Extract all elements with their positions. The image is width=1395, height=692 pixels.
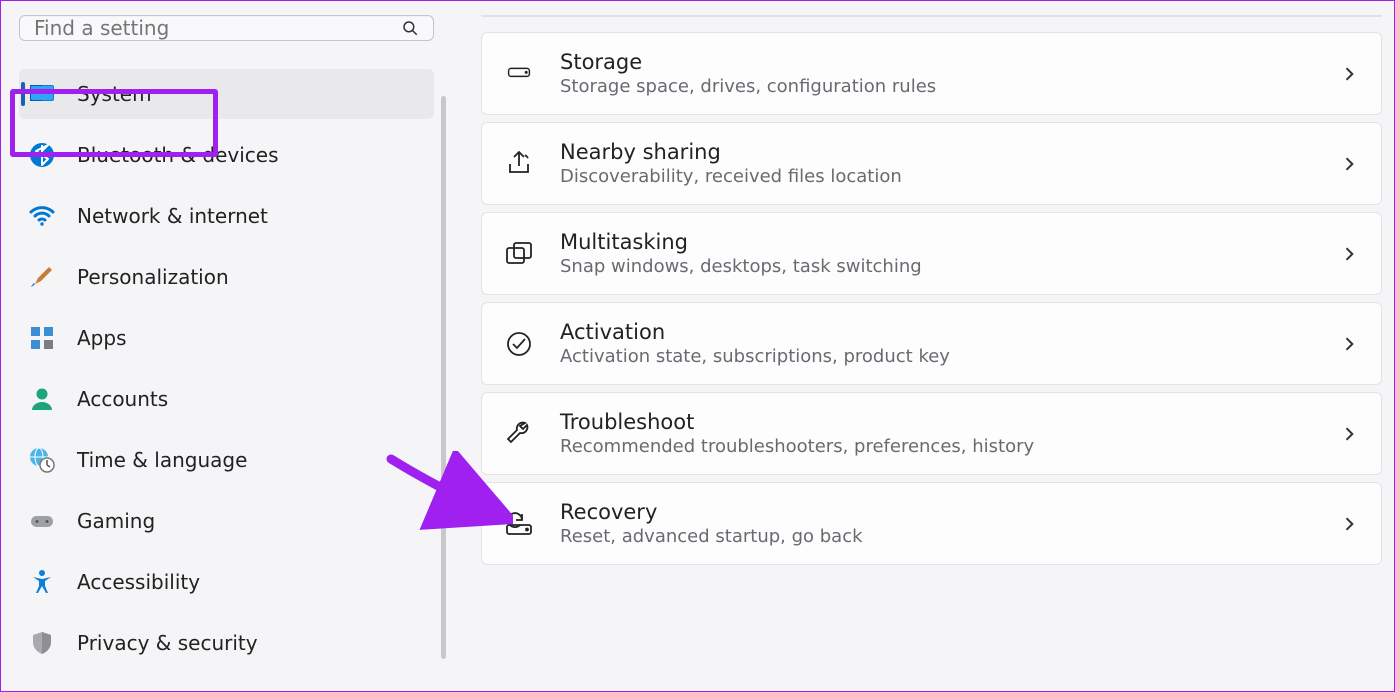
sidebar-item-apps[interactable]: Apps: [19, 313, 434, 363]
card-activation[interactable]: Activation Activation state, subscriptio…: [481, 302, 1382, 385]
card-title: Troubleshoot: [560, 410, 1317, 434]
card-sub: Reset, advanced startup, go back: [560, 526, 1317, 547]
gamepad-icon: [29, 508, 55, 534]
sidebar-item-gaming[interactable]: Gaming: [19, 496, 434, 546]
system-icon: [29, 81, 55, 107]
sidebar-item-label: Personalization: [77, 265, 229, 289]
sidebar-item-network[interactable]: Network & internet: [19, 191, 434, 241]
sidebar-item-time-language[interactable]: Time & language: [19, 435, 434, 485]
shield-icon: [29, 630, 55, 656]
card-title: Nearby sharing: [560, 140, 1317, 164]
main-content: Storage Storage space, drives, configura…: [446, 1, 1394, 691]
apps-icon: [29, 325, 55, 351]
sidebar: System Bluetooth & devices Network & int…: [1, 1, 446, 691]
card-text: Multitasking Snap windows, desktops, tas…: [560, 230, 1317, 277]
person-icon: [29, 386, 55, 412]
multitask-icon: [504, 239, 534, 269]
card-text: Storage Storage space, drives, configura…: [560, 50, 1317, 97]
sidebar-scrollbar[interactable]: [441, 96, 446, 659]
card-title: Recovery: [560, 500, 1317, 524]
sidebar-item-accounts[interactable]: Accounts: [19, 374, 434, 424]
card-title: Storage: [560, 50, 1317, 74]
card-text: Recovery Reset, advanced startup, go bac…: [560, 500, 1317, 547]
sidebar-item-label: Network & internet: [77, 204, 268, 228]
drive-icon: [504, 59, 534, 89]
chevron-right-icon: [1343, 427, 1357, 441]
chevron-right-icon: [1343, 67, 1357, 81]
sidebar-item-bluetooth[interactable]: Bluetooth & devices: [19, 130, 434, 180]
chevron-right-icon: [1343, 517, 1357, 531]
card-recovery[interactable]: Recovery Reset, advanced startup, go bac…: [481, 482, 1382, 565]
card-sub: Discoverability, received files location: [560, 166, 1317, 187]
sidebar-item-privacy[interactable]: Privacy & security: [19, 618, 434, 668]
clock-globe-icon: [29, 447, 55, 473]
wifi-icon: [29, 203, 55, 229]
card-title: Activation: [560, 320, 1317, 344]
card-text: Nearby sharing Discoverability, received…: [560, 140, 1317, 187]
check-circle-icon: [504, 329, 534, 359]
search-icon: [401, 19, 419, 37]
card-sub: Snap windows, desktops, task switching: [560, 256, 1317, 277]
sidebar-item-label: Accessibility: [77, 570, 200, 594]
chevron-right-icon: [1343, 337, 1357, 351]
sidebar-item-label: Privacy & security: [77, 631, 258, 655]
bluetooth-icon: [29, 142, 55, 168]
sidebar-item-system[interactable]: System: [19, 69, 434, 119]
card-sub: Activation state, subscriptions, product…: [560, 346, 1317, 367]
sidebar-item-label: Time & language: [77, 448, 247, 472]
share-icon: [504, 149, 534, 179]
card-nearby-sharing[interactable]: Nearby sharing Discoverability, received…: [481, 122, 1382, 205]
accessibility-icon: [29, 569, 55, 595]
wrench-icon: [504, 419, 534, 449]
sidebar-item-label: Apps: [77, 326, 127, 350]
card-troubleshoot[interactable]: Troubleshoot Recommended troubleshooters…: [481, 392, 1382, 475]
sidebar-nav: System Bluetooth & devices Network & int…: [19, 69, 434, 679]
sidebar-item-label: Bluetooth & devices: [77, 143, 279, 167]
card-sub: Recommended troubleshooters, preferences…: [560, 436, 1317, 457]
card-storage[interactable]: Storage Storage space, drives, configura…: [481, 32, 1382, 115]
chevron-right-icon: [1343, 247, 1357, 261]
sidebar-item-label: System: [77, 82, 152, 106]
search-box[interactable]: [19, 15, 434, 41]
brush-icon: [29, 264, 55, 290]
card-title: Multitasking: [560, 230, 1317, 254]
sidebar-item-label: Gaming: [77, 509, 155, 533]
card-text: Troubleshoot Recommended troubleshooters…: [560, 410, 1317, 457]
recovery-icon: [504, 509, 534, 539]
sidebar-item-accessibility[interactable]: Accessibility: [19, 557, 434, 607]
card-multitasking[interactable]: Multitasking Snap windows, desktops, tas…: [481, 212, 1382, 295]
search-input[interactable]: [34, 16, 401, 40]
sidebar-item-personalization[interactable]: Personalization: [19, 252, 434, 302]
card-text: Activation Activation state, subscriptio…: [560, 320, 1317, 367]
card-cut-top: [481, 15, 1382, 17]
chevron-right-icon: [1343, 157, 1357, 171]
card-sub: Storage space, drives, configuration rul…: [560, 76, 1317, 97]
sidebar-item-label: Accounts: [77, 387, 168, 411]
